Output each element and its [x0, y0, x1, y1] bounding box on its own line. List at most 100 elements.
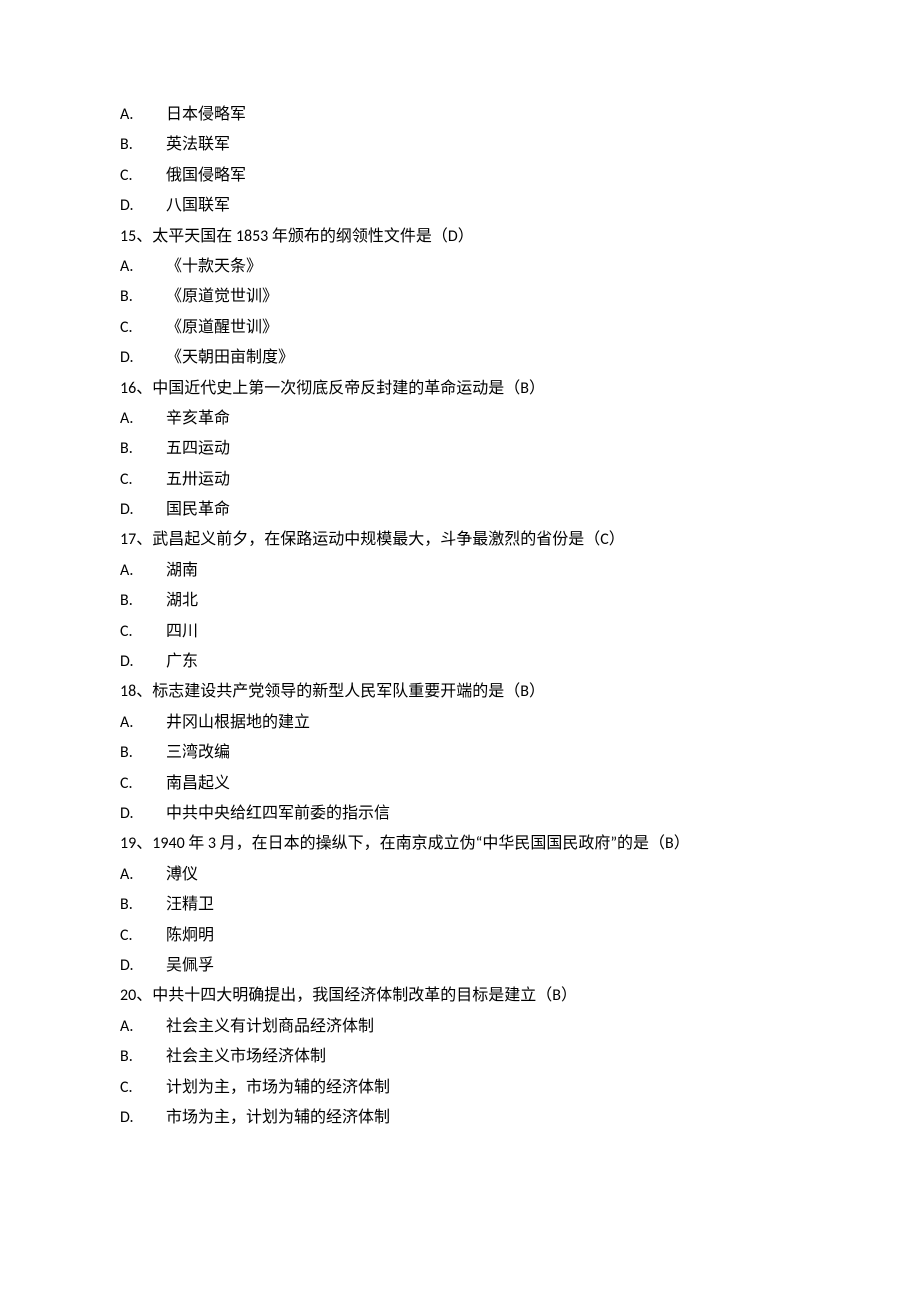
question-stem: 15、太平天国在 1853 年颁布的纲领性文件是（D）	[120, 222, 800, 252]
option-letter: B.	[120, 586, 166, 616]
option-row: B. 英法联军	[120, 130, 800, 160]
question-text: 中共十四大明确提出，我国经济体制改革的目标是建立（B）	[152, 986, 577, 1005]
option-row: A. 湖南	[120, 556, 800, 586]
option-text: 社会主义有计划商品经济体制	[166, 1012, 374, 1042]
question-number: 19、	[120, 834, 152, 853]
option-row: A. 井冈山根据地的建立	[120, 708, 800, 738]
option-row: A. 社会主义有计划商品经济体制	[120, 1012, 800, 1042]
option-text: 《原道觉世训》	[166, 282, 278, 312]
question-number: 15、	[120, 227, 152, 246]
option-row: D. 中共中央给红四军前委的指示信	[120, 799, 800, 829]
option-text: 市场为主，计划为辅的经济体制	[166, 1103, 390, 1133]
question-number: 17、	[120, 530, 152, 549]
option-letter: A.	[120, 404, 166, 434]
option-letter: B.	[120, 738, 166, 768]
option-text: 吴佩孚	[166, 951, 214, 981]
question-text: 中国近代史上第一次彻底反帝反封建的革命运动是（B）	[152, 379, 545, 398]
option-letter: D.	[120, 343, 166, 373]
option-letter: B.	[120, 282, 166, 312]
option-letter: A.	[120, 860, 166, 890]
option-letter: B.	[120, 434, 166, 464]
option-letter: A.	[120, 708, 166, 738]
option-row: B. 《原道觉世训》	[120, 282, 800, 312]
option-letter: D.	[120, 1103, 166, 1133]
option-text: 广东	[166, 647, 198, 677]
option-letter: B.	[120, 130, 166, 160]
option-text: 《原道醒世训》	[166, 313, 278, 343]
option-letter: D.	[120, 951, 166, 981]
option-row: A. 《十款天条》	[120, 252, 800, 282]
question-text: 标志建设共产党领导的新型人民军队重要开端的是（B）	[152, 682, 545, 701]
option-row: C. 俄国侵略军	[120, 161, 800, 191]
option-row: A. 溥仪	[120, 860, 800, 890]
option-text: 湖北	[166, 586, 198, 616]
question-stem: 18、标志建设共产党领导的新型人民军队重要开端的是（B）	[120, 677, 800, 707]
question-stem: 19、1940 年 3 月，在日本的操纵下，在南京成立伪“中华民国国民政府”的是…	[120, 829, 800, 859]
question-stem: 16、中国近代史上第一次彻底反帝反封建的革命运动是（B）	[120, 374, 800, 404]
option-text: 《十款天条》	[166, 252, 262, 282]
option-letter: C.	[120, 769, 166, 799]
option-letter: C.	[120, 161, 166, 191]
option-letter: D.	[120, 799, 166, 829]
option-letter: D.	[120, 647, 166, 677]
option-text: 俄国侵略军	[166, 161, 246, 191]
option-row: C. 陈炯明	[120, 921, 800, 951]
option-row: C. 四川	[120, 617, 800, 647]
question-stem: 20、中共十四大明确提出，我国经济体制改革的目标是建立（B）	[120, 981, 800, 1011]
option-letter: C.	[120, 617, 166, 647]
option-text: 日本侵略军	[166, 100, 246, 130]
option-text: 八国联军	[166, 191, 230, 221]
option-text: 汪精卫	[166, 890, 214, 920]
option-row: B. 汪精卫	[120, 890, 800, 920]
option-row: B. 社会主义市场经济体制	[120, 1042, 800, 1072]
option-letter: C.	[120, 1073, 166, 1103]
option-row: D. 广东	[120, 647, 800, 677]
question-text: 武昌起义前夕，在保路运动中规模最大，斗争最激烈的省份是（C）	[152, 530, 625, 549]
option-row: C. 计划为主，市场为辅的经济体制	[120, 1073, 800, 1103]
option-letter: A.	[120, 100, 166, 130]
option-row: A. 辛亥革命	[120, 404, 800, 434]
option-text: 陈炯明	[166, 921, 214, 951]
option-text: 湖南	[166, 556, 198, 586]
option-row: D. 《天朝田亩制度》	[120, 343, 800, 373]
option-letter: B.	[120, 1042, 166, 1072]
option-row: D. 国民革命	[120, 495, 800, 525]
option-text: 五四运动	[166, 434, 230, 464]
option-text: 溥仪	[166, 860, 198, 890]
option-letter: A.	[120, 556, 166, 586]
option-row: C. 南昌起义	[120, 769, 800, 799]
option-row: B. 湖北	[120, 586, 800, 616]
question-number: 16、	[120, 379, 152, 398]
option-letter: C.	[120, 465, 166, 495]
option-text: 计划为主，市场为辅的经济体制	[166, 1073, 390, 1103]
option-text: 英法联军	[166, 130, 230, 160]
option-row: C. 《原道醒世训》	[120, 313, 800, 343]
option-row: B. 五四运动	[120, 434, 800, 464]
option-row: D. 吴佩孚	[120, 951, 800, 981]
option-text: 四川	[166, 617, 198, 647]
option-text: 国民革命	[166, 495, 230, 525]
option-letter: A.	[120, 252, 166, 282]
option-row: A. 日本侵略军	[120, 100, 800, 130]
option-text: 社会主义市场经济体制	[166, 1042, 326, 1072]
option-text: 《天朝田亩制度》	[166, 343, 294, 373]
question-number: 20、	[120, 986, 152, 1005]
question-text: 1940 年 3 月，在日本的操纵下，在南京成立伪“中华民国国民政府”的是（B）	[152, 834, 690, 853]
option-letter: D.	[120, 495, 166, 525]
option-letter: B.	[120, 890, 166, 920]
option-text: 五卅运动	[166, 465, 230, 495]
option-row: C. 五卅运动	[120, 465, 800, 495]
document-page: A. 日本侵略军 B. 英法联军 C. 俄国侵略军 D. 八国联军 15、太平天…	[0, 0, 920, 1233]
option-row: D. 八国联军	[120, 191, 800, 221]
question-stem: 17、武昌起义前夕，在保路运动中规模最大，斗争最激烈的省份是（C）	[120, 525, 800, 555]
option-text: 三湾改编	[166, 738, 230, 768]
question-number: 18、	[120, 682, 152, 701]
option-text: 中共中央给红四军前委的指示信	[166, 799, 390, 829]
option-letter: D.	[120, 191, 166, 221]
question-text: 太平天国在 1853 年颁布的纲领性文件是（D）	[152, 227, 474, 246]
option-row: D. 市场为主，计划为辅的经济体制	[120, 1103, 800, 1133]
option-text: 井冈山根据地的建立	[166, 708, 310, 738]
option-letter: C.	[120, 921, 166, 951]
option-row: B. 三湾改编	[120, 738, 800, 768]
option-letter: C.	[120, 313, 166, 343]
